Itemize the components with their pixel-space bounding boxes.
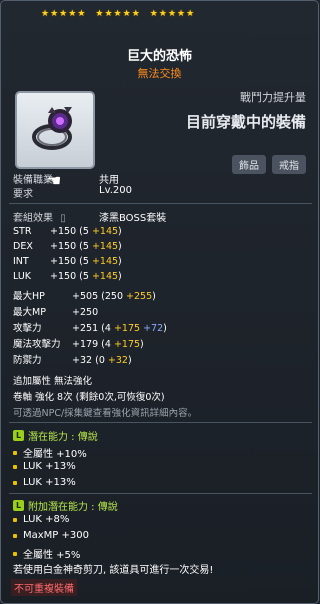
stat-max-mp: 最大MP +250 (13, 307, 99, 318)
level-requirement: 要求 Lv.200 (13, 185, 132, 200)
equipped-text: 目前穿戴中的裝備 (185, 113, 306, 131)
divider (9, 203, 312, 204)
item-tooltip-panel: ★ ★ ★ ★ ★ ★ ★ ★ ★ ★ ★ ★ ★ ★ ★ 巨大的恐怖 無法交換 戰鬥力提升量 目前穿戴… (0, 0, 319, 604)
power-label: 戰鬥力提升量 (240, 91, 306, 104)
star-icon: ★ (149, 9, 158, 19)
stat-max-hp: 最大HP +505 (250 +255) (13, 291, 156, 302)
level-value: Lv.200 (99, 185, 132, 196)
legendary-badge-icon: L (13, 500, 24, 511)
additional-potential-line: 全屬性 +5% (13, 546, 80, 561)
set-label: 套組效果 (13, 213, 53, 224)
stat-int: INT +150 (5 +145) (13, 256, 122, 267)
scroll-upgrade-line: 卷軸 強化 8次 (剩餘0次,可恢復0次) (13, 392, 165, 403)
tag-category: 飾品 (232, 155, 266, 174)
set-effect: 套組效果 ▯ 漆黑BOSS套裝 (13, 209, 166, 224)
bullet-icon (13, 464, 17, 469)
star-group: ★ ★ ★ ★ ★ (150, 9, 195, 19)
potential-line: LUK +13% (13, 461, 76, 472)
potential-line: LUK +13% (13, 477, 76, 488)
star-force-row: ★ ★ ★ ★ ★ ★ ★ ★ ★ ★ ★ ★ ★ ★ ★ (41, 7, 281, 21)
star-icon: ★ (158, 9, 167, 19)
stat-str: STR +150 (5 +145) (13, 226, 122, 237)
level-label: 要求 (13, 189, 33, 200)
star-icon: ★ (68, 9, 77, 19)
upgrade-info-hint: 可透過NPC/採集鍵查看強化資訊詳細內容。 (13, 408, 198, 419)
pointer-hand-icon: ☚ (47, 171, 62, 190)
star-group: ★ ★ ★ ★ ★ (41, 9, 86, 19)
additional-potential-header: L 附加潛在能力 : 傳說 (13, 498, 118, 513)
bullet-icon (13, 480, 17, 485)
star-icon: ★ (186, 9, 195, 19)
item-tags: 飾品 戒指 (232, 155, 306, 174)
star-icon: ★ (50, 9, 59, 19)
trade-status: 無法交換 (137, 67, 182, 80)
stat-defense: 防禦力 +32 (0 +32) (13, 355, 132, 366)
item-icon-frame (15, 91, 95, 169)
scissors-notice: 若使用白金神奇剪刀, 該道具可進行一次交易! (13, 565, 214, 576)
item-name: 巨大的恐怖 (126, 49, 192, 64)
stat-magic-attack: 魔法攻擊力 +179 (4 +175) (13, 339, 144, 350)
bullet-icon (13, 551, 17, 556)
star-icon: ★ (104, 9, 113, 19)
lock-icon: ▯ (60, 213, 66, 224)
star-icon: ★ (77, 9, 86, 19)
potential-label: 潛在能力 : 傳說 (28, 432, 98, 443)
tag-type: 戒指 (272, 155, 306, 174)
star-icon: ★ (41, 9, 50, 19)
divider (9, 493, 312, 494)
job-value: 共用 (99, 175, 119, 186)
star-icon: ★ (59, 9, 68, 19)
bullet-icon (13, 533, 17, 538)
divider (9, 422, 312, 423)
additional-potential-line: LUK +8% (13, 514, 69, 525)
star-icon: ★ (122, 9, 131, 19)
additional-potential-label: 附加潛在能力 : 傳說 (28, 502, 118, 513)
star-icon: ★ (95, 9, 104, 19)
star-icon: ★ (177, 9, 186, 19)
extra-option-line: 追加屬性 無法強化 (13, 376, 93, 387)
star-icon: ★ (113, 9, 122, 19)
stat-dex: DEX +150 (5 +145) (13, 241, 122, 252)
star-group: ★ ★ ★ ★ ★ (95, 9, 140, 19)
stat-luk: LUK +150 (5 +145) (13, 271, 122, 282)
star-icon: ★ (167, 9, 177, 19)
unique-equip-notice: 不可重複裝備 (11, 579, 77, 596)
legendary-badge-icon: L (13, 430, 24, 441)
bullet-icon (13, 450, 17, 455)
potential-header: L 潛在能力 : 傳說 (13, 428, 98, 443)
set-value: 漆黑BOSS套裝 (99, 213, 167, 224)
star-icon: ★ (131, 9, 140, 19)
ring-icon (32, 107, 72, 150)
stat-attack: 攻擊力 +251 (4 +175 +72) (13, 323, 167, 334)
additional-potential-line: MaxMP +300 (13, 530, 89, 541)
bullet-icon (13, 517, 17, 522)
potential-line: 全屬性 +10% (13, 445, 87, 460)
